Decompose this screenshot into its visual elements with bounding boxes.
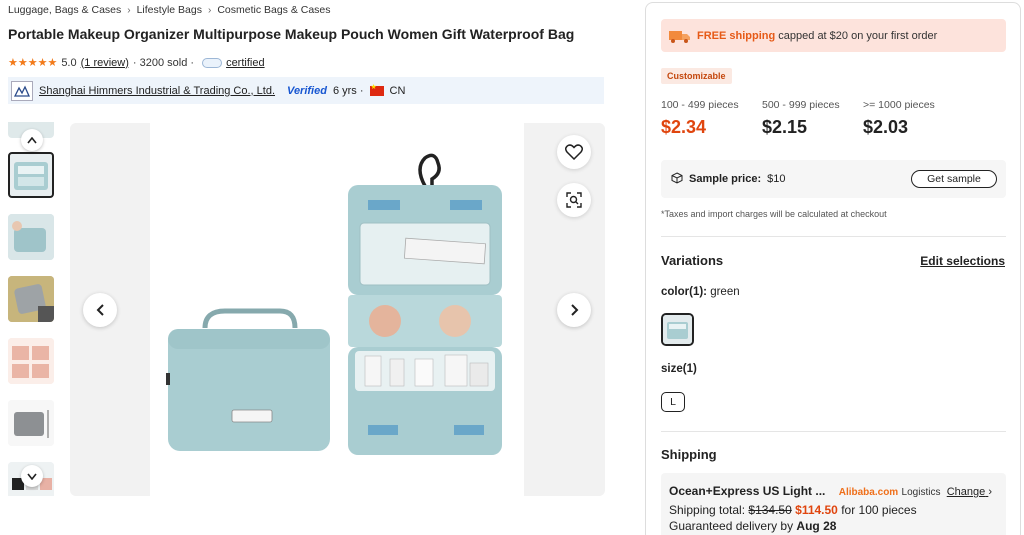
customizable-badge: Customizable (661, 68, 732, 84)
shipping-new-price: $114.50 (795, 502, 838, 517)
tier-range: >= 1000 pieces (863, 99, 935, 111)
thumbnail-3[interactable] (8, 276, 54, 322)
get-sample-button[interactable]: Get sample (911, 170, 997, 188)
alibaba-logo: Alibaba.com (838, 487, 899, 498)
sample-price-label: Sample price: (689, 173, 762, 185)
sample-price-value: $10 (767, 173, 786, 185)
change-label: Change (946, 486, 986, 498)
divider (661, 431, 1006, 432)
delivery-label: Guaranteed delivery by (669, 519, 794, 533)
tier-price: $2.34 (661, 117, 707, 137)
star-rating-icon: ★★★★★ (8, 57, 58, 69)
breadcrumb-item-luggage[interactable]: Luggage, Bags & Cases (8, 4, 121, 16)
color-value: green (710, 286, 740, 298)
size-option-l[interactable]: L (661, 392, 685, 412)
verified-badge: Verified (287, 84, 327, 97)
size-label: size(1) (661, 363, 697, 375)
cube-icon (671, 171, 683, 187)
divider (661, 236, 1006, 237)
truck-icon (669, 29, 691, 43)
thumbnail-5[interactable] (8, 400, 54, 446)
tier-range: 500 - 999 pieces (762, 99, 840, 111)
previous-image-button[interactable] (83, 293, 117, 327)
favorite-heart-icon[interactable] (557, 135, 591, 169)
chevron-down-icon[interactable] (21, 465, 43, 487)
tier-range: 100 - 499 pieces (661, 99, 739, 111)
free-shipping-banner: FREE shipping capped at $20 on your firs… (661, 19, 1006, 52)
next-image-button[interactable] (557, 293, 591, 327)
thumbnail-4[interactable] (8, 338, 54, 384)
change-shipping-link[interactable]: Change › (947, 484, 992, 501)
variations-title: Variations (661, 253, 724, 268)
main-image-gallery (70, 123, 605, 496)
price-tier: 100 - 499 pieces $2.34 (661, 99, 762, 138)
supplier-logo[interactable] (11, 80, 33, 101)
shipping-card: Ocean+Express US Light ... Alibaba.com L… (661, 473, 1006, 535)
thumbnail-1[interactable] (8, 152, 54, 198)
logistics-label: Logistics (901, 487, 941, 498)
breadcrumb-item-cosmetic[interactable]: Cosmetic Bags & Cases (217, 4, 330, 16)
shipping-total-label: Shipping total: (669, 502, 746, 517)
color-swatch-green[interactable] (661, 313, 694, 346)
main-product-image (150, 123, 524, 496)
tax-note: *Taxes and import charges will be calcul… (661, 209, 887, 219)
supplier-name-link[interactable]: Shanghai Himmers Industrial & Trading Co… (39, 85, 275, 97)
edit-selections-link[interactable]: Edit selections (920, 254, 1005, 268)
rating-row: ★★★★★ 5.0 (1 review) · 3200 sold · certi… (8, 56, 265, 70)
supplier-years: 6 yrs · (332, 84, 364, 97)
breadcrumb-item-lifestyle[interactable]: Lifestyle Bags (137, 4, 202, 16)
rating-value: 5.0 (61, 56, 77, 69)
chevron-right-icon: › (207, 4, 212, 16)
tier-price: $2.03 (863, 117, 909, 137)
supplier-bar: Shanghai Himmers Industrial & Trading Co… (8, 77, 604, 104)
china-flag-icon (369, 83, 384, 96)
product-title: Portable Makeup Organizer Multipurpose M… (8, 26, 575, 42)
certified-badge-icon (202, 57, 223, 68)
purchase-panel: FREE shipping capped at $20 on your firs… (645, 2, 1021, 535)
shipping-qty: for 100 pieces (841, 502, 917, 517)
image-search-icon[interactable] (557, 183, 591, 217)
supplier-country: CN (389, 84, 406, 97)
free-shipping-detail: capped at $20 on your first order (778, 29, 938, 42)
thumbnail-strip (7, 122, 57, 496)
chevron-up-icon[interactable] (21, 129, 43, 151)
size-label-key: size(1) (661, 363, 697, 375)
review-link[interactable]: (1 review) (81, 57, 129, 69)
thumbnail-2[interactable] (8, 214, 54, 260)
price-tiers: 100 - 499 pieces $2.34 500 - 999 pieces … (661, 99, 1006, 138)
shipping-title: Shipping (661, 447, 717, 462)
color-label: color(1): green (661, 286, 740, 298)
sample-price-box: Sample price: $10 Get sample (661, 160, 1006, 198)
breadcrumb: Luggage, Bags & Cases › Lifestyle Bags ›… (8, 4, 331, 16)
price-tier: >= 1000 pieces $2.03 (863, 99, 964, 138)
color-label-key: color(1): (661, 286, 707, 298)
delivery-date: Aug 28 (796, 519, 837, 533)
tier-price: $2.15 (762, 117, 808, 137)
shipping-old-price: $134.50 (748, 502, 792, 517)
price-tier: 500 - 999 pieces $2.15 (762, 99, 863, 138)
chevron-right-icon: › (988, 486, 992, 498)
sold-count: · 3200 sold · (132, 56, 195, 69)
free-shipping-label: FREE shipping (697, 29, 776, 42)
shipping-method: Ocean+Express US Light ... (669, 484, 826, 498)
chevron-right-icon: › (127, 4, 131, 16)
certified-link[interactable]: certified (226, 57, 265, 69)
